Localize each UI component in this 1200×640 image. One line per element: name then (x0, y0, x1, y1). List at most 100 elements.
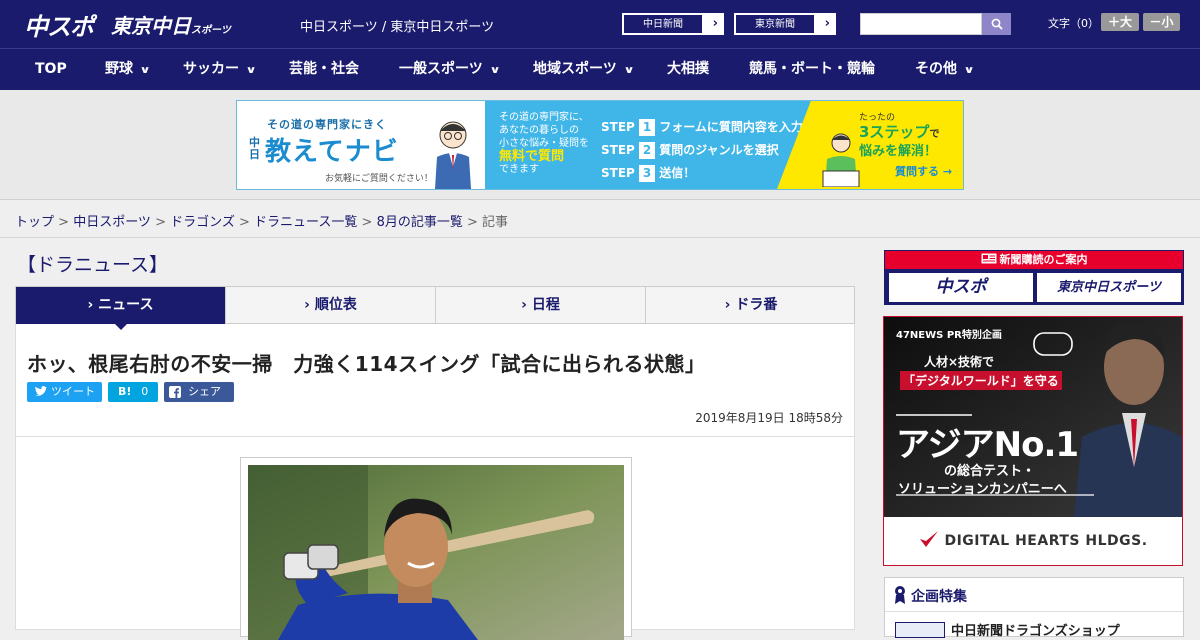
banner-tagline: その道の専門家にきく (267, 118, 387, 131)
chevron-down-icon: ∨ (489, 65, 501, 76)
banner-steps: STEP 1 フォームに質問内容を入力 STEP 2 質問のジャンルを選択 ST… (601, 116, 803, 185)
tab-schedule[interactable]: › 日程 (436, 287, 646, 324)
hatena-b-icon: B! (118, 385, 132, 398)
banner-brand-prefix: 中日 (249, 136, 260, 161)
ad-line1: 人材×技術で (924, 355, 995, 369)
publish-date: 2019年8月19日 18時58分 (695, 411, 843, 425)
site-name: 中日スポーツ / 東京中日スポーツ (300, 20, 495, 35)
banner-mid-line: その道の専門家に、 (499, 112, 589, 123)
subscription-header: 新聞購読のご案内 (885, 251, 1183, 269)
banner-area: その道の専門家にきく 中日 教えてナビ お気軽にご質問ください！ その道の専門家… (0, 90, 1200, 200)
oshiete-navi-banner[interactable]: その道の専門家にきく 中日 教えてナビ お気軽にご質問ください！ その道の専門家… (236, 100, 964, 190)
ad-sponsor: DIGITAL HEARTS HLDGS. (944, 533, 1148, 549)
step-number: 2 (639, 142, 656, 159)
tab-chevron-icon: › (521, 297, 527, 313)
tab-standings[interactable]: › 順位表 (226, 287, 436, 324)
article-photo-frame (240, 457, 632, 640)
hatena-bookmark-button[interactable]: B! 0 (108, 382, 158, 402)
nav-item-baseball[interactable]: 野球 ∨ (105, 49, 151, 90)
nav-item-sumo[interactable]: 大相撲 (667, 49, 709, 90)
banner-step-3: STEP 3 送信！ (601, 162, 803, 185)
tokyo-chunichi-logo[interactable]: 東京中日スポーツ (111, 10, 231, 42)
breadcrumb-august-list[interactable]: 8月の記事一覧 (377, 215, 463, 230)
nav-item-entertainment[interactable]: 芸能・社会 (289, 49, 359, 90)
step-text: 質問のジャンルを選択 (659, 143, 779, 157)
special-features-box: 企画特集 中日新聞ドラゴンズショップ (884, 577, 1184, 639)
top-header: 中スポ 東京中日スポーツ 中日スポーツ / 東京中日スポーツ 中日新聞 › 東京… (0, 0, 1200, 48)
tokyo-shimbun-button[interactable]: 東京新聞 › (734, 13, 836, 35)
article-headline: ホッ、根尾右肘の不安一掃 力強く114スイング「試合に出られる状態」 (27, 352, 706, 376)
nav-item-regional-sports[interactable]: 地域スポーツ ∨ (533, 49, 634, 90)
chevron-right-icon: › (824, 16, 830, 31)
search-input[interactable] (860, 13, 982, 35)
chevron-right-icon: › (712, 16, 718, 31)
tab-label: 順位表 (314, 297, 357, 313)
active-tab-pointer (114, 323, 128, 330)
ad-line2: 「デジタルワールド」を守る (900, 371, 1062, 390)
tokyo-shimbun-label: 東京新聞 (735, 14, 815, 34)
tab-chevron-icon: › (87, 297, 94, 313)
nav-item-general-sports[interactable]: 一般スポーツ ∨ (399, 49, 501, 90)
nav-item-soccer[interactable]: サッカー ∨ (183, 49, 257, 90)
nav-item-label: 芸能・社会 (289, 61, 359, 77)
facebook-share-button[interactable]: シェア 2 (164, 382, 234, 418)
chunichi-shimbun-label: 中日新聞 (623, 14, 703, 34)
newspaper-icon (981, 253, 996, 264)
hatena-count: 0 (141, 385, 149, 398)
breadcrumb-current: 記事 (482, 215, 509, 230)
breadcrumb-chunichi-sports[interactable]: 中日スポーツ (73, 215, 151, 230)
subscription-box: 新聞購読のご案内 中スポ 東京中日スポーツ (884, 250, 1184, 305)
font-smaller-button[interactable]: －小 (1143, 13, 1180, 31)
person-laptop-illustration (822, 133, 860, 187)
article-photo[interactable] (248, 465, 624, 640)
tab-dora-ban[interactable]: › ドラ番 (646, 287, 856, 324)
nav-item-label: 地域スポーツ (533, 61, 617, 77)
search-icon (991, 18, 1003, 30)
tab-news[interactable]: › ニュース (16, 287, 226, 324)
nav-item-other[interactable]: その他 ∨ (915, 49, 975, 90)
font-larger-button[interactable]: ＋大 (1101, 13, 1139, 31)
breadcrumb-dragons[interactable]: ドラゴンズ (170, 215, 235, 230)
chevron-down-icon: ∨ (245, 65, 257, 76)
breadcrumb-dora-news-list[interactable]: ドラニュース一覧 (254, 215, 357, 230)
banner-right-big-text: 3ステップ (859, 123, 930, 141)
ad-tag: 47NEWS PR特別企画 (896, 330, 1002, 341)
content-tabs: › ニュース › 順位表 › 日程 › ドラ番 (15, 286, 855, 324)
digital-hearts-ad[interactable]: 47NEWS PR特別企画 人材×技術で 「デジタルワールド」を守る アジアNo… (883, 316, 1183, 566)
twitter-bird-icon (35, 386, 47, 396)
divider (16, 436, 854, 437)
banner-right-line2: 悩みを解消！ (859, 144, 938, 159)
nav-item-racing[interactable]: 競馬・ボート・競輪 (749, 49, 875, 90)
breadcrumb-top[interactable]: トップ (15, 215, 54, 230)
tab-label: 日程 (531, 297, 560, 313)
subscribe-tokyo-chunichi-logo[interactable]: 東京中日スポーツ (1037, 273, 1181, 302)
tweet-button[interactable]: ツイート (27, 382, 102, 402)
banner-right-big: 3ステップで (859, 121, 939, 142)
nav-item-label: 大相撲 (667, 61, 709, 77)
facebook-share-label: シェア (188, 385, 221, 398)
search-button[interactable] (982, 13, 1011, 35)
dragons-shop-thumbnail[interactable] (895, 622, 945, 638)
font-size-label: 文字（0） (1048, 17, 1099, 30)
step-word: STEP (601, 166, 635, 180)
banner-step-2: STEP 2 質問のジャンルを選択 (601, 139, 803, 162)
special-features-title: 企画特集 (885, 578, 1183, 612)
banner-mid-tail: できます (499, 164, 539, 175)
nav-item-top[interactable]: TOP (35, 49, 67, 90)
breadcrumb-separator: > (150, 215, 171, 230)
ad-headline: アジアNo.1 (896, 425, 1079, 465)
nav-item-label: 一般スポーツ (399, 61, 483, 77)
chunichi-shimbun-button[interactable]: 中日新聞 › (622, 13, 724, 35)
step-word: STEP (601, 120, 635, 134)
batting-player-photo (248, 465, 624, 640)
chunichi-sports-logo[interactable]: 中スポ (24, 7, 94, 41)
ad-sponsor-bar: DIGITAL HEARTS HLDGS. (884, 517, 1182, 565)
breadcrumb-separator: > (462, 215, 483, 230)
banner-cta[interactable]: 質問する → (895, 163, 952, 179)
subscribe-chunichi-sports-logo[interactable]: 中スポ (889, 273, 1033, 302)
banner-mid-highlight: 無料で質問 (499, 149, 565, 164)
step-number: 1 (639, 119, 656, 136)
nav-item-label: その他 (915, 61, 957, 77)
nav-item-label: 野球 (105, 61, 133, 77)
banner-mid-line: あなたの暮らしの (499, 125, 579, 136)
